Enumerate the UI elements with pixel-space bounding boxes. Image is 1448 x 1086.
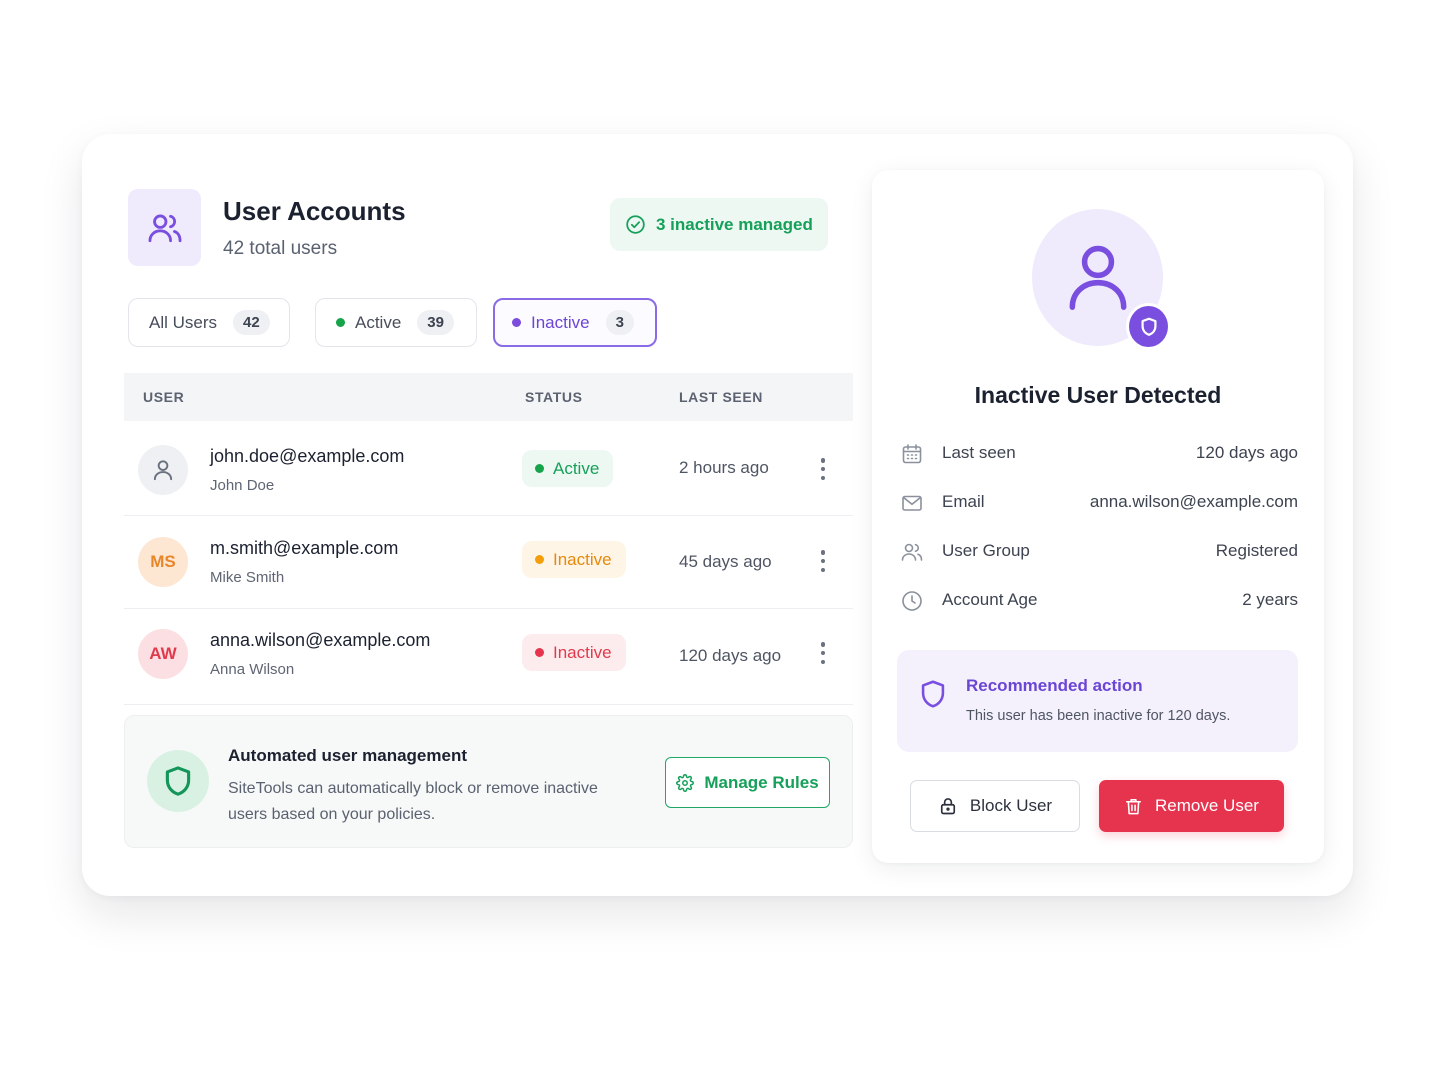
field-label: Account Age xyxy=(942,590,1038,609)
last-seen: 120 days ago xyxy=(679,646,782,665)
table-header: USER STATUS LAST SEEN xyxy=(124,373,853,421)
inactive-dot-icon xyxy=(512,318,521,327)
field-label: Email xyxy=(942,492,985,511)
shield-icon xyxy=(921,680,945,708)
filter-count: 3 xyxy=(605,310,634,335)
status-dot-icon xyxy=(535,464,544,473)
shield-icon xyxy=(147,750,209,812)
remove-user-button[interactable]: Remove User xyxy=(1099,780,1284,832)
user-name: Mike Smith xyxy=(210,569,285,586)
avatar: AW xyxy=(138,629,188,679)
last-seen: 45 days ago xyxy=(679,552,772,571)
manage-rules-label: Manage Rules xyxy=(704,772,819,792)
gear-icon xyxy=(676,773,695,792)
detail-title: Inactive User Detected xyxy=(974,382,1222,408)
mail-icon xyxy=(902,495,922,511)
automation-title: Automated user management xyxy=(228,746,467,765)
column-last-seen: LAST SEEN xyxy=(679,389,763,405)
status-dot-icon xyxy=(535,648,544,657)
manage-rules-button[interactable]: Manage Rules xyxy=(665,757,830,808)
table-row[interactable]: MS m.smith@example.com Mike Smith Inacti… xyxy=(124,516,853,609)
total-users-count: 42 total users xyxy=(223,238,338,259)
clock-icon xyxy=(902,591,922,611)
status-dot-icon xyxy=(535,555,544,564)
user-email: john.doe@example.com xyxy=(210,446,405,466)
last-seen: 2 hours ago xyxy=(679,458,769,477)
column-status: STATUS xyxy=(525,389,583,405)
more-options-icon[interactable] xyxy=(816,456,830,482)
info-user-group: User Group Registered xyxy=(900,538,1298,566)
field-value: Registered xyxy=(1215,541,1298,560)
filter-label: Active xyxy=(355,312,402,332)
recommendation-title: Recommended action xyxy=(966,676,1143,695)
filter-active[interactable]: Active 39 xyxy=(315,298,477,347)
field-label: User Group xyxy=(942,541,1030,560)
recommendation-box: Recommended action This user has been in… xyxy=(897,650,1298,752)
status-label: Inactive xyxy=(553,642,612,662)
more-options-icon[interactable] xyxy=(816,548,830,574)
status-badge: Inactive xyxy=(522,634,626,671)
shield-icon xyxy=(1126,303,1171,350)
filter-count: 39 xyxy=(417,310,454,335)
users-icon xyxy=(901,543,923,561)
block-user-button[interactable]: Block User xyxy=(910,780,1080,832)
remove-user-label: Remove User xyxy=(1155,796,1259,815)
users-icon xyxy=(128,189,201,266)
inactive-managed-badge: 3 inactive managed xyxy=(610,198,828,251)
managed-label: 3 inactive managed xyxy=(656,214,813,234)
trash-icon xyxy=(1126,798,1142,814)
user-email: anna.wilson@example.com xyxy=(210,630,431,650)
status-label: Active xyxy=(553,458,600,478)
field-value: anna.wilson@example.com xyxy=(1089,492,1298,511)
user-icon xyxy=(138,445,188,495)
table-row[interactable]: john.doe@example.com John Doe Active 2 h… xyxy=(124,421,853,516)
user-email: m.smith@example.com xyxy=(210,538,399,558)
status-badge: Active xyxy=(522,450,614,487)
field-value: 120 days ago xyxy=(1195,443,1298,462)
info-account-age: Account Age 2 years xyxy=(900,587,1298,615)
user-name: John Doe xyxy=(210,477,275,494)
avatar: MS xyxy=(138,537,188,587)
automation-description: SiteTools can automatically block or rem… xyxy=(228,780,598,823)
field-value: 2 years xyxy=(1242,590,1298,609)
calendar-icon xyxy=(902,444,922,464)
page-title: User Accounts xyxy=(223,196,406,226)
user-name: Anna Wilson xyxy=(210,661,295,678)
automation-panel: Automated user management SiteTools can … xyxy=(124,715,853,848)
status-label: Inactive xyxy=(553,549,612,569)
filter-inactive[interactable]: Inactive 3 xyxy=(493,298,657,347)
filter-label: Inactive xyxy=(531,312,590,332)
info-last-seen: Last seen 120 days ago xyxy=(900,440,1298,468)
check-circle-icon xyxy=(626,215,645,234)
recommendation-description: This user has been inactive for 120 days… xyxy=(966,708,1231,724)
active-dot-icon xyxy=(336,318,345,327)
filter-label: All Users xyxy=(149,312,218,332)
lock-icon xyxy=(940,798,955,815)
info-email: Email anna.wilson@example.com xyxy=(900,489,1298,517)
table-row[interactable]: AW anna.wilson@example.com Anna Wilson I… xyxy=(124,609,853,705)
filter-all-users[interactable]: All Users 42 xyxy=(128,298,290,347)
filter-count: 42 xyxy=(233,310,270,335)
column-user: USER xyxy=(143,389,185,405)
block-user-label: Block User xyxy=(969,796,1053,815)
status-badge: Inactive xyxy=(522,541,626,578)
more-options-icon[interactable] xyxy=(816,640,830,666)
field-label: Last seen xyxy=(942,443,1016,462)
